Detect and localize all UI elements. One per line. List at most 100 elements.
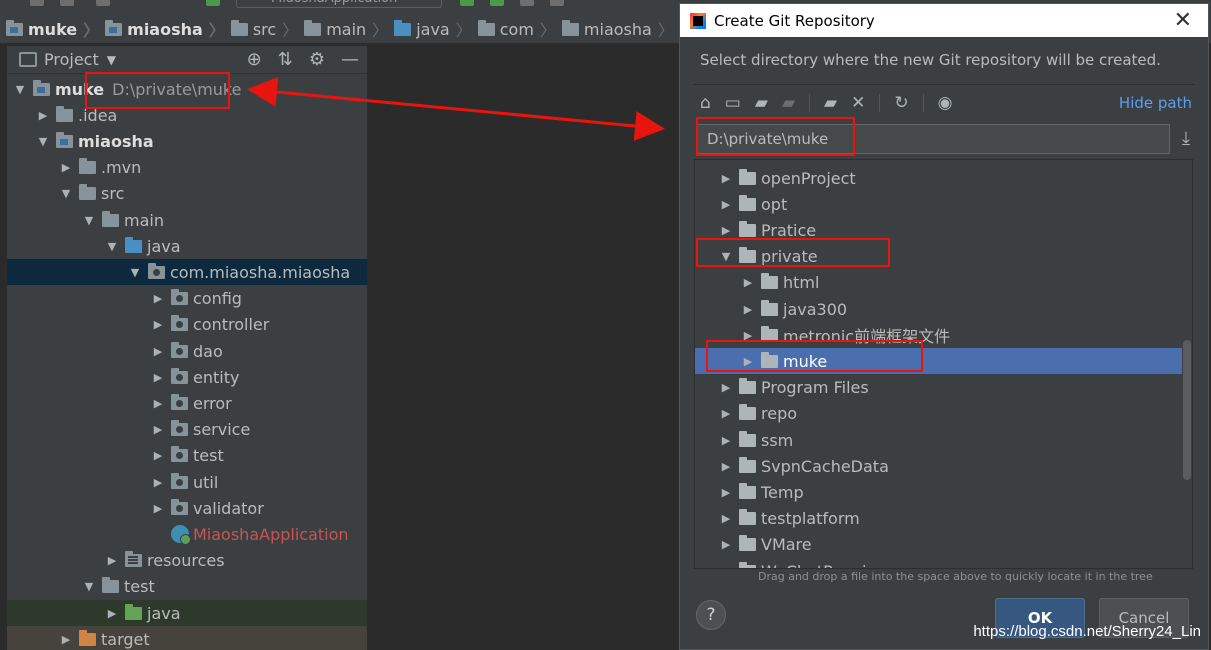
expand-right-icon[interactable]: ▶ bbox=[36, 109, 50, 122]
directory-item[interactable]: ▶ VMare bbox=[695, 532, 1182, 558]
debug-icon[interactable] bbox=[490, 0, 504, 6]
tree-item[interactable]: ▶ error bbox=[7, 390, 367, 416]
tree-item[interactable]: ▶ validator bbox=[7, 495, 367, 521]
tree-item[interactable]: ▶ target bbox=[7, 626, 367, 650]
directory-item[interactable]: ▶ html bbox=[695, 270, 1182, 296]
breadcrumb-item[interactable]: com 〉 bbox=[472, 17, 556, 41]
gear-icon[interactable]: ⚙ bbox=[309, 51, 325, 69]
expand-right-icon[interactable]: ▶ bbox=[719, 224, 733, 237]
breadcrumb-item[interactable]: miaosha 〉 bbox=[556, 17, 674, 41]
directory-item[interactable]: ▶ WeChatReceive bbox=[695, 558, 1182, 569]
toolbar-icon[interactable] bbox=[60, 0, 74, 6]
collapse-icon[interactable]: ⇅ bbox=[278, 51, 293, 69]
tree-item[interactable]: ▶ config bbox=[7, 286, 367, 312]
breadcrumb-item[interactable]: java 〉 bbox=[388, 17, 472, 41]
directory-item[interactable]: ▶ java300 bbox=[695, 296, 1182, 322]
breadcrumb-item[interactable]: muke 〉 bbox=[0, 17, 99, 41]
tree-item[interactable]: ▼ test bbox=[7, 574, 367, 600]
expand-right-icon[interactable]: ▶ bbox=[151, 476, 165, 489]
expand-right-icon[interactable]: ▶ bbox=[719, 512, 733, 525]
expand-right-icon[interactable]: ▶ bbox=[151, 345, 165, 358]
toolbar-icon[interactable] bbox=[96, 0, 110, 6]
expand-down-icon[interactable]: ▼ bbox=[36, 135, 50, 148]
toolbar-icon[interactable] bbox=[520, 0, 534, 6]
chevron-down-icon[interactable]: ▼ bbox=[107, 53, 116, 67]
tree-item[interactable]: ▼ java bbox=[7, 233, 367, 259]
expand-right-icon[interactable]: ▶ bbox=[719, 434, 733, 447]
directory-item[interactable]: ▶ Program Files bbox=[695, 375, 1182, 401]
expand-right-icon[interactable]: ▶ bbox=[151, 397, 165, 410]
expand-right-icon[interactable]: ▶ bbox=[719, 565, 733, 569]
breadcrumb-item[interactable]: src 〉 bbox=[225, 17, 298, 41]
expand-right-icon[interactable]: ▶ bbox=[719, 407, 733, 420]
tree-item[interactable]: ▶ service bbox=[7, 417, 367, 443]
tree-item[interactable]: ▶ test bbox=[7, 443, 367, 469]
run-config-selector[interactable]: MiaoshaApplication bbox=[236, 0, 442, 8]
expand-right-icon[interactable]: ▶ bbox=[105, 554, 119, 567]
expand-right-icon[interactable]: ▶ bbox=[151, 423, 165, 436]
tree-item[interactable]: ▶ dao bbox=[7, 338, 367, 364]
crosshair-icon[interactable]: ⊕ bbox=[247, 51, 262, 69]
tree-item[interactable]: ▶ .mvn bbox=[7, 155, 367, 181]
directory-item[interactable]: ▶ Temp bbox=[695, 479, 1182, 505]
directory-item[interactable]: ▶ testplatform bbox=[695, 506, 1182, 532]
module-folder-icon[interactable]: ▰ bbox=[782, 94, 795, 112]
expand-right-icon[interactable]: ▶ bbox=[151, 371, 165, 384]
expand-right-icon[interactable]: ▶ bbox=[719, 198, 733, 211]
tree-item[interactable]: ▶ util bbox=[7, 469, 367, 495]
expand-right-icon[interactable]: ▶ bbox=[151, 502, 165, 515]
project-folder-icon[interactable]: ▰ bbox=[755, 94, 768, 112]
directory-item[interactable]: ▶ repo bbox=[695, 401, 1182, 427]
expand-right-icon[interactable]: ▶ bbox=[105, 607, 119, 620]
show-hidden-icon[interactable]: ◉ bbox=[938, 94, 953, 112]
expand-down-icon[interactable]: ▼ bbox=[82, 580, 96, 593]
download-icon[interactable]: ⤓ bbox=[1182, 128, 1190, 149]
toolbar-icon[interactable] bbox=[206, 0, 220, 6]
expand-down-icon[interactable]: ▼ bbox=[82, 214, 96, 227]
expand-down-icon[interactable]: ▼ bbox=[105, 240, 119, 253]
expand-right-icon[interactable]: ▶ bbox=[59, 633, 73, 646]
expand-right-icon[interactable]: ▶ bbox=[151, 449, 165, 462]
tree-item[interactable]: ▼ main bbox=[7, 207, 367, 233]
expand-right-icon[interactable]: ▶ bbox=[719, 538, 733, 551]
tree-item[interactable]: ▼ com.miaosha.miaosha bbox=[7, 259, 367, 286]
expand-right-icon[interactable]: ▶ bbox=[151, 292, 165, 305]
expand-right-icon[interactable]: ▶ bbox=[59, 161, 73, 174]
tree-item[interactable]: ▶ entity bbox=[7, 364, 367, 390]
tree-item[interactable]: MiaoshaApplication bbox=[7, 521, 367, 547]
directory-item[interactable]: ▶ SvpnCacheData bbox=[695, 453, 1182, 479]
expand-right-icon[interactable]: ▶ bbox=[151, 318, 165, 331]
expand-down-icon[interactable]: ▼ bbox=[13, 83, 27, 96]
close-icon[interactable]: ✕ bbox=[1174, 8, 1192, 33]
expand-right-icon[interactable]: ▶ bbox=[719, 486, 733, 499]
toolbar-icon[interactable] bbox=[30, 0, 44, 6]
home-icon[interactable]: ⌂ bbox=[700, 94, 711, 112]
delete-icon[interactable]: ✕ bbox=[851, 94, 865, 112]
hide-path-link[interactable]: Hide path bbox=[1119, 94, 1192, 112]
run-icon[interactable] bbox=[460, 0, 474, 6]
new-folder-icon[interactable]: ▰ bbox=[824, 94, 837, 112]
expand-right-icon[interactable]: ▶ bbox=[719, 460, 733, 473]
expand-down-icon[interactable]: ▼ bbox=[59, 187, 73, 200]
vertical-scrollbar[interactable] bbox=[1183, 340, 1191, 480]
expand-right-icon[interactable]: ▶ bbox=[719, 381, 733, 394]
desktop-icon[interactable]: ▭ bbox=[725, 94, 741, 112]
expand-down-icon[interactable]: ▼ bbox=[128, 266, 142, 279]
help-button[interactable]: ? bbox=[696, 600, 726, 630]
tree-item[interactable]: ▶ resources bbox=[7, 548, 367, 574]
directory-item[interactable]: ▶ openProject bbox=[695, 165, 1182, 191]
project-panel-title[interactable]: Project bbox=[44, 50, 99, 69]
expand-right-icon[interactable]: ▶ bbox=[741, 276, 755, 289]
expand-right-icon[interactable]: ▶ bbox=[719, 172, 733, 185]
breadcrumb-item[interactable]: main 〉 bbox=[298, 17, 388, 41]
minimize-icon[interactable]: — bbox=[341, 51, 359, 69]
tree-item[interactable]: ▶ controller bbox=[7, 312, 367, 338]
tree-item[interactable]: ▶ java bbox=[7, 600, 367, 626]
tree-item[interactable]: ▼ miaosha bbox=[7, 128, 367, 154]
directory-item[interactable]: ▶ opt bbox=[695, 191, 1182, 217]
tree-item[interactable]: ▼ src bbox=[7, 181, 367, 207]
toolbar-icon[interactable] bbox=[550, 0, 564, 6]
breadcrumb-item[interactable]: miaosha 〉 bbox=[99, 17, 225, 41]
refresh-icon[interactable]: ↻ bbox=[894, 94, 908, 112]
directory-item[interactable]: ▶ ssm bbox=[695, 427, 1182, 453]
